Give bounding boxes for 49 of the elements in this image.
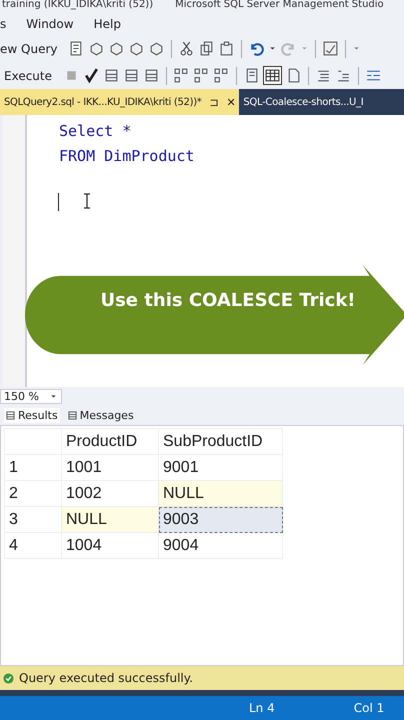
code-line: Select *: [59, 122, 132, 140]
grid-icon: [68, 410, 77, 420]
grid-icon[interactable]: [103, 67, 120, 84]
row-number: 4: [4, 532, 62, 558]
results-tab[interactable]: Results: [4, 408, 60, 422]
grid-icon[interactable]: [143, 67, 160, 84]
diagram-icon[interactable]: [173, 67, 190, 84]
cut-icon[interactable]: [178, 40, 196, 57]
table-cell[interactable]: 1001: [62, 454, 158, 480]
code-line: FROM DimProduct: [59, 147, 194, 165]
diagram-icon[interactable]: [193, 67, 210, 84]
checkmark-icon[interactable]: [83, 67, 100, 84]
zoom-dropdown[interactable]: 150 %: [0, 388, 62, 404]
undo-icon[interactable]: [248, 40, 266, 57]
text-cursor-icon: [83, 193, 91, 209]
paste-icon[interactable]: [218, 40, 236, 57]
column-header[interactable]: ProductID: [62, 428, 158, 454]
table-cell[interactable]: NULL: [158, 480, 282, 506]
window-icon[interactable]: [322, 40, 340, 57]
status-message: Query executed successfully.: [19, 671, 193, 685]
menu-item[interactable]: Help: [94, 16, 121, 30]
tab-label: SQL-Coalesce-shorts...U_I: [243, 96, 364, 108]
table-cell[interactable]: NULL: [62, 506, 158, 532]
grid-icon: [6, 410, 15, 420]
document-tab[interactable]: SQL-Coalesce-shorts...U_I: [239, 89, 368, 115]
pin-icon[interactable]: ⊐: [210, 96, 218, 108]
grid-icon[interactable]: [263, 66, 282, 85]
menu-item[interactable]: s: [0, 16, 6, 30]
execute-button[interactable]: Execute: [0, 66, 56, 84]
banner-text: Use this COALESCE Trick!: [99, 289, 357, 313]
row-number: 1: [4, 454, 62, 480]
success-icon: [3, 672, 14, 684]
row-number: 2: [4, 480, 62, 506]
column-header[interactable]: SubProductID: [158, 428, 282, 454]
diagram-icon[interactable]: [213, 67, 230, 84]
close-icon[interactable]: ✕: [226, 96, 236, 108]
new-query-button[interactable]: ew Query: [0, 40, 62, 58]
tab-label: SQLQuery2.sql - IKK...KU_IDIKA\kriti (52))*: [4, 96, 202, 108]
copy-icon[interactable]: [198, 40, 216, 57]
column-indicator: Col 1: [354, 701, 384, 715]
code-editor[interactable]: Select * FROM DimProduct Use this COALESCE Trick!: [0, 115, 404, 387]
grid-icon[interactable]: [123, 67, 140, 84]
table-cell[interactable]: 1004: [62, 532, 158, 558]
document-tab[interactable]: SQLQuery2.sql - IKK...KU_IDIKA\kriti (52))* ⊐ ✕: [0, 89, 240, 115]
table-cell[interactable]: 9004: [158, 532, 282, 558]
line-indicator: Ln 4: [249, 701, 275, 715]
table-cell[interactable]: 9003: [158, 506, 282, 532]
menu-item[interactable]: Window: [26, 16, 74, 30]
results-tab[interactable]: Messages: [66, 408, 136, 422]
